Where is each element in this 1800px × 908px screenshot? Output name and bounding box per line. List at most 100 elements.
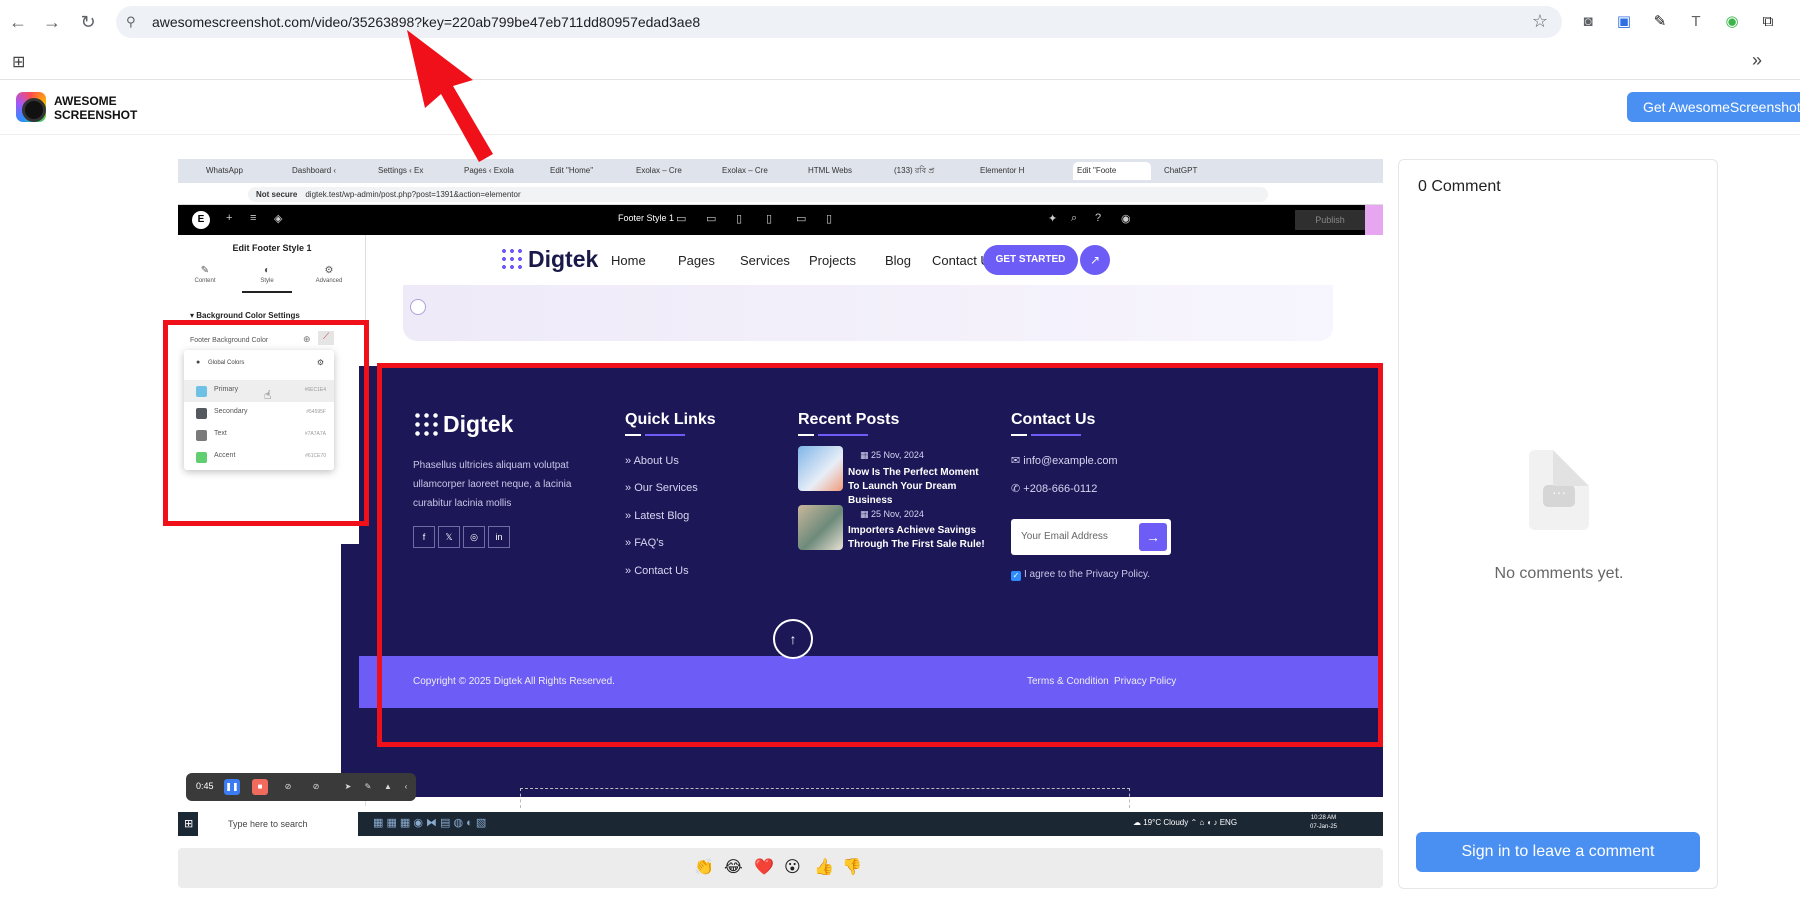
inner-tab: HTML Webs — [808, 166, 853, 175]
forward-icon[interactable]: → — [40, 10, 64, 34]
inner-tab: (133) রবি প্র — [894, 166, 935, 175]
tab-advanced: ⚙ Advanced — [304, 265, 354, 284]
layers-icon: ◈ — [274, 213, 283, 225]
arrow-up-right-icon: ↗ — [1080, 245, 1110, 275]
comment-count: 0 Comment — [1418, 178, 1501, 195]
panel-title: Edit Footer Style 1 — [232, 243, 312, 253]
weather-icon: ☁ — [1133, 818, 1144, 827]
weather-text: 19°C Cloudy — [1143, 818, 1189, 827]
elementor-logo-icon: E — [192, 211, 210, 229]
heart-reaction-icon[interactable]: ❤️ — [754, 857, 774, 877]
publish-chevron-icon — [1365, 205, 1383, 235]
address-bar[interactable]: ⚲ awesomescreenshot.com/video/35263898?k… — [116, 6, 1562, 38]
tab-style: ◐ Style — [242, 265, 292, 284]
get-started-button: GET STARTED — [983, 245, 1078, 275]
annotation-box-panel — [163, 320, 369, 526]
drop-zone — [520, 788, 1130, 808]
reload-icon[interactable]: ↻ — [76, 10, 100, 34]
inner-tab: Elementor H — [980, 166, 1025, 175]
wow-reaction-icon[interactable]: 😮 — [784, 857, 801, 877]
no-comments-text: No comments yet. — [1494, 565, 1624, 582]
help-icon: ? — [1095, 212, 1102, 224]
section-title-text: Background Color Settings — [196, 311, 300, 320]
inner-tab: Exolax – Cre — [722, 166, 768, 175]
pause-icon: ❚❚ — [224, 779, 240, 795]
footer-edge — [341, 544, 359, 797]
recording-toolbar: 0:45 ❚❚ ■ ⊘ ⊘ ➤ ✎ ▲ ‹ — [186, 773, 416, 801]
pen-icon: ✎ — [364, 782, 372, 791]
inner-url-field: Not secure digtek.test/wp-admin/post.php?… — [248, 187, 1268, 202]
not-secure-label: Not secure — [256, 190, 298, 199]
windows-start-icon: ⊞ — [184, 818, 194, 830]
nav-projects: Projects — [809, 253, 856, 268]
digtek-mark-icon — [500, 247, 524, 271]
more-bookmarks-icon[interactable]: » — [1752, 50, 1762, 71]
inner-tab: ChatGPT — [1164, 166, 1198, 175]
thumbs-down-reaction-icon[interactable]: 👎 — [842, 857, 862, 877]
device-laptop-icon: ▭ — [706, 213, 717, 225]
section-title: ▾ Background Color Settings — [190, 311, 300, 320]
nav-blog: Blog — [885, 253, 912, 268]
inner-tab-active: Edit "Foote — [1073, 162, 1151, 180]
camera-icon[interactable]: ◙ — [1578, 12, 1598, 32]
mic-off-icon: ⊘ — [312, 782, 320, 791]
device-mobile-small-icon: ▯ — [826, 213, 833, 225]
footer-style-selector: Footer Style 1 — [618, 213, 675, 223]
clap-reaction-icon[interactable]: 👏 — [694, 857, 714, 877]
stop-icon: ■ — [252, 779, 268, 795]
logo-text: Digtek — [528, 246, 599, 272]
device-tablet-icon: ▯ — [736, 213, 743, 225]
annotation-box-footer — [377, 363, 1383, 747]
laugh-reaction-icon[interactable]: 😂 — [724, 857, 743, 877]
sign-in-button[interactable]: Sign in to leave a comment — [1416, 832, 1700, 872]
empty-document-icon: ··· — [1529, 450, 1589, 530]
eyedropper-icon[interactable]: ✎ — [1650, 12, 1670, 32]
inner-tab: Dashboard ‹ — [292, 166, 337, 175]
annotation-arrow-icon — [407, 30, 493, 162]
recorder-ext-icon[interactable]: ▣ — [1614, 12, 1634, 32]
preview-eye-icon: ◉ — [1121, 213, 1131, 225]
slider-dot — [410, 299, 426, 315]
lang-text: ENG — [1219, 818, 1238, 827]
search-icon: ⌕ — [1071, 212, 1078, 224]
hero-section-bottom — [403, 285, 1333, 341]
nav-pages: Pages — [678, 253, 715, 268]
eye-off-icon[interactable]: ◉ — [1722, 12, 1742, 32]
camera-off-icon: ⊘ — [284, 782, 292, 791]
device-mobile-landscape-icon: ▭ — [796, 213, 807, 225]
publish-button: Publish — [1295, 210, 1365, 230]
apps-grid-icon[interactable]: ⊞ — [12, 52, 25, 72]
nav-services: Services — [740, 253, 790, 268]
tab-label: Advanced — [315, 278, 343, 284]
clock-date: 07-Jan-25 — [1310, 824, 1338, 830]
extensions-puzzle-icon[interactable]: ⧉ — [1758, 12, 1778, 32]
get-awesomescreenshot-button[interactable]: Get AwesomeScreenshot — [1627, 92, 1800, 122]
preview-site-header: Digtek Home Pages Services Projects Blog… — [366, 235, 1383, 285]
brand-line-1: AWESOME — [54, 94, 117, 108]
bookmark-star-icon[interactable]: ☆ — [1532, 11, 1548, 32]
active-tab-underline — [242, 291, 292, 293]
site-info-icon[interactable]: ⚲ — [126, 14, 136, 30]
awesome-logo[interactable] — [16, 92, 46, 122]
browser-toolbar: ← → ↻ ⚲ awesomescreenshot.com/video/3526… — [0, 0, 1800, 44]
inner-tab: WhatsApp — [206, 166, 243, 175]
tab-label: Content — [194, 278, 216, 284]
brand-name[interactable]: AWESOME SCREENSHOT — [54, 94, 137, 122]
ai-icon: ✦ — [1048, 213, 1058, 225]
elementor-topbar: E + ≡ ◈ Footer Style 1 ▭ ▭ ▯ ▯ ▭ ▯ ✦ ⌕ ?… — [178, 205, 1383, 235]
taskbar-apps-icon: ▦ ▦ ▦ ◉ ⧓ ▤ ◍ ◐ ▧ — [373, 817, 487, 829]
inner-tab: Exolax – Cre — [636, 166, 682, 175]
bookmarks-bar: ⊞ » — [0, 44, 1800, 80]
gear-icon: ⚙ — [324, 265, 334, 276]
tab-content: ✎ Content — [180, 265, 230, 284]
text-icon[interactable]: T — [1686, 12, 1706, 32]
inner-address-bar: Not secure digtek.test/wp-admin/post.php?… — [178, 183, 1383, 205]
inner-tab: Edit "Home" — [550, 166, 594, 175]
taskbar-search: Type here to search — [198, 812, 358, 836]
thumbs-up-reaction-icon[interactable]: 👍 — [814, 857, 834, 877]
nav-home: Home — [611, 253, 646, 268]
comments-panel: 0 Comment ··· No comments yet. Sign in t… — [1398, 159, 1718, 889]
back-icon[interactable]: ← — [6, 10, 30, 34]
clock-time: 10:28 AM — [1310, 815, 1337, 821]
inner-tab-strip: WhatsApp Dashboard ‹ Settings ‹ Ex Pages… — [178, 159, 1383, 183]
